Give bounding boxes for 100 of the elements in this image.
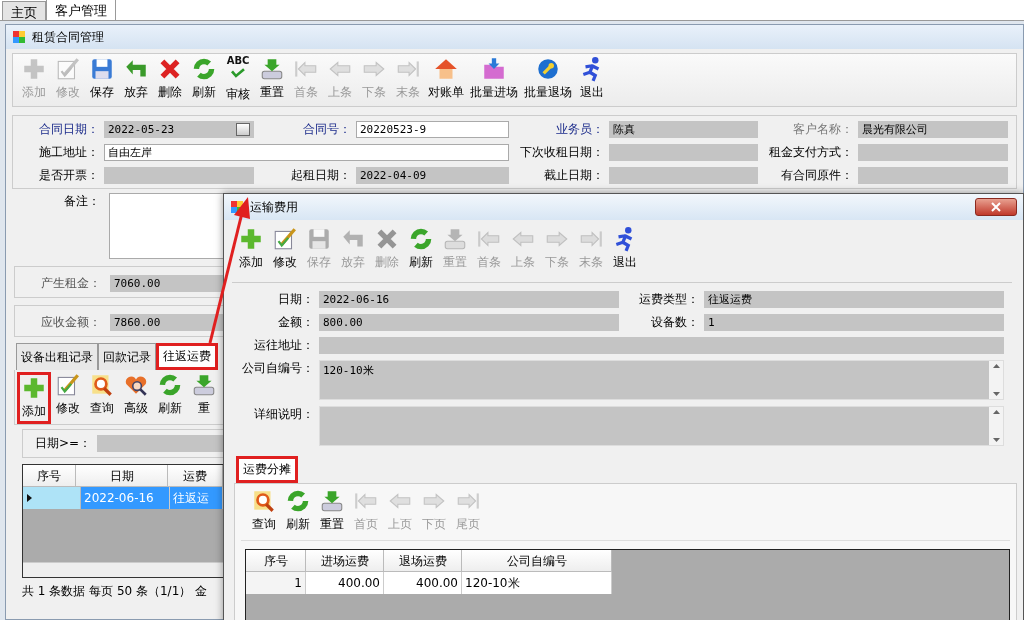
toolbar-button[interactable]: 对账单	[425, 56, 467, 101]
field-label: 应收金额：	[40, 314, 101, 331]
app-icon	[12, 30, 26, 44]
toolbar-button[interactable]: 修改	[51, 372, 85, 424]
column-header[interactable]: 序号	[246, 550, 306, 572]
toolbar-button[interactable]: 添加	[17, 372, 51, 424]
tab[interactable]: 设备出租记录	[16, 343, 98, 370]
scroll-up-icon[interactable]	[992, 410, 1000, 414]
field-label: 运费类型：	[638, 291, 699, 308]
tab[interactable]: 运费分摊	[236, 456, 298, 483]
table-cell: 400.00	[384, 572, 462, 594]
plus-icon	[21, 56, 47, 82]
close-button[interactable]	[975, 198, 1017, 216]
row-pointer-icon	[27, 494, 32, 502]
toolbar-button[interactable]: 添加	[234, 226, 268, 271]
plus-icon	[21, 375, 47, 401]
field-label: 截止日期：	[543, 167, 604, 184]
pencil-pad-icon	[55, 56, 81, 82]
date-field[interactable]: 2022-05-23	[104, 121, 254, 138]
toolbar-button[interactable]: 查询	[85, 372, 119, 424]
text-field[interactable]	[319, 337, 1004, 354]
pencil-pad-icon	[55, 372, 81, 398]
page-tab[interactable]: 主页	[2, 1, 46, 20]
field-label: 日期：	[277, 291, 314, 308]
column-header[interactable]: 运费	[167, 465, 223, 487]
text-field[interactable]	[609, 144, 758, 161]
toolbar-button[interactable]: 刷新	[404, 226, 438, 271]
drive-arrow-icon	[442, 226, 468, 252]
memo-field[interactable]: 120-10米	[319, 360, 1004, 400]
window-title: 运输费用	[250, 198, 298, 216]
field-label: 金额：	[277, 314, 314, 331]
field-label: 运往地址：	[253, 337, 314, 354]
toolbar-button[interactable]: 退出	[608, 226, 642, 271]
tab[interactable]: 回款记录	[98, 343, 156, 370]
text-field[interactable]: 往返运费	[704, 291, 1004, 308]
toolbar-button[interactable]: 刷新	[281, 488, 315, 540]
column-header[interactable]: 公司自编号	[462, 550, 612, 572]
scroll-up-icon[interactable]	[992, 364, 1000, 368]
text-field[interactable]: 20220523-9	[356, 121, 509, 138]
tab[interactable]: 往返运费	[156, 343, 218, 370]
column-header[interactable]: 序号	[23, 465, 77, 487]
text-field[interactable]: 7860.00	[110, 314, 223, 331]
text-field[interactable]: 陈真	[609, 121, 758, 138]
toolbar-button[interactable]: 查询	[247, 488, 281, 540]
field-label: 日期>=：	[35, 435, 92, 452]
text-field[interactable]: 800.00	[319, 314, 619, 331]
icon-caption: ABC	[226, 56, 250, 66]
toolbar-button[interactable]: 批量进场	[467, 56, 521, 101]
horizontal-scrollbar[interactable]	[23, 562, 223, 577]
status-text: 共 1 条数据 每页 50 条（1/1） 金	[22, 584, 209, 598]
refresh-icon	[157, 372, 183, 398]
toolbar-button[interactable]: 刷新	[187, 56, 221, 101]
refresh-icon	[285, 488, 311, 514]
text-field[interactable]	[858, 144, 1008, 161]
field-label: 是否开票：	[38, 167, 99, 184]
search-icon	[89, 372, 115, 398]
scroll-down-icon[interactable]	[992, 438, 1000, 442]
drive-arrow-icon	[319, 488, 345, 514]
field-label: 详细说明：	[253, 406, 314, 423]
close-icon	[991, 202, 1001, 212]
text-field[interactable]	[609, 167, 758, 184]
toolbar-button[interactable]: 重置	[255, 56, 289, 101]
date-field[interactable]	[97, 435, 223, 452]
scroll-down-icon[interactable]	[992, 392, 1000, 396]
toolbar-button[interactable]: 重	[187, 372, 221, 424]
column-header[interactable]: 进场运费	[306, 550, 384, 572]
calendar-button[interactable]	[236, 123, 250, 136]
toolbar-button[interactable]: 退出	[575, 56, 609, 101]
search-icon	[251, 488, 277, 514]
text-field[interactable]: 7060.00	[110, 275, 223, 292]
text-field[interactable]: 1	[704, 314, 1004, 331]
toolbar-button[interactable]: 高级	[119, 372, 153, 424]
memo-field[interactable]	[319, 406, 1004, 446]
toolbar-button[interactable]: 批量退场	[521, 56, 575, 101]
text-field[interactable]: 自由左岸	[104, 144, 509, 161]
toolbar-button[interactable]: 保存	[85, 56, 119, 101]
text-field[interactable]	[858, 167, 1008, 184]
toolbar-button[interactable]: 删除	[153, 56, 187, 101]
table-cell: 往返运	[169, 487, 223, 509]
text-field[interactable]: 2022-04-09	[356, 167, 509, 184]
column-header[interactable]: 退场运费	[384, 550, 462, 572]
field-label: 合同日期：	[38, 121, 99, 138]
table-cell: 2022-06-16	[81, 487, 170, 509]
table-cell: 1	[246, 572, 306, 594]
remarks-field[interactable]	[109, 193, 224, 259]
toolbar-button[interactable]: ABC 审核	[221, 56, 255, 103]
toolbar-button[interactable]: 刷新	[153, 372, 187, 424]
refresh-icon	[408, 226, 434, 252]
toolbar-button[interactable]: 修改	[268, 226, 302, 271]
page-tab[interactable]: 客户管理	[46, 0, 116, 20]
text-field[interactable]	[104, 167, 254, 184]
column-header[interactable]: 日期	[76, 465, 168, 487]
wrench-globe-icon	[535, 56, 561, 82]
table-cell: 400.00	[306, 572, 384, 594]
toolbar-button[interactable]: 重置	[315, 488, 349, 540]
pencil-pad-icon	[272, 226, 298, 252]
toolbar-button[interactable]: 放弃	[119, 56, 153, 101]
field-label: 业务员：	[555, 121, 604, 138]
field-label: 起租日期：	[290, 167, 351, 184]
text-field[interactable]: 2022-06-16	[319, 291, 619, 308]
